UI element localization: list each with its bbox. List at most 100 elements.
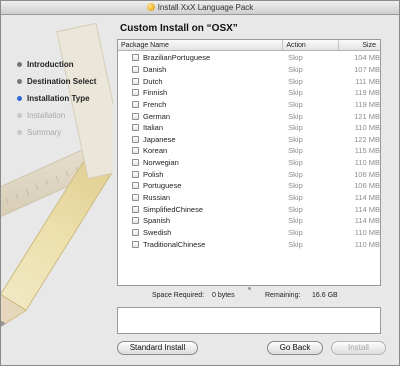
window-title: Install XxX Language Pack <box>157 3 254 12</box>
package-checkbox[interactable] <box>132 194 139 201</box>
table-row[interactable]: TraditionalChinese Skip 110 MB <box>118 238 380 250</box>
package-size: 106 MB <box>354 181 380 191</box>
step-bullet-icon <box>17 79 22 84</box>
column-header-package-name[interactable]: Package Name <box>118 40 284 50</box>
package-checkbox[interactable] <box>132 100 139 108</box>
package-checkbox[interactable] <box>132 65 139 73</box>
package-action: Skip <box>288 64 303 74</box>
package-name: Portuguese <box>143 181 182 191</box>
package-description-box <box>117 307 381 334</box>
package-name: Norwegian <box>143 158 179 168</box>
column-header-size[interactable]: Size <box>339 40 380 50</box>
package-action: Skip <box>288 123 303 133</box>
table-row[interactable]: Spanish Skip 114 MB <box>118 215 380 227</box>
remaining-label: Remaining: <box>265 292 301 299</box>
table-row[interactable]: Portuguese Skip 106 MB <box>118 180 380 192</box>
package-action: Skip <box>288 227 303 237</box>
package-action: Skip <box>288 146 303 156</box>
table-row[interactable]: Finnish Skip 119 MB <box>118 87 380 99</box>
package-name: Italian <box>143 123 164 133</box>
package-size: 119 MB <box>354 88 380 98</box>
step-introduction: Introduction <box>17 56 96 73</box>
package-action: Skip <box>288 239 303 249</box>
package-name: SimplifiedChinese <box>143 204 204 214</box>
column-header-action[interactable]: Action <box>283 40 340 50</box>
table-row[interactable]: SimplifiedChinese Skip 114 MB <box>118 203 380 215</box>
package-table: Package Name Action Size BrazilianPortug… <box>117 39 381 286</box>
package-name: Polish <box>143 169 164 179</box>
package-size: 106 MB <box>354 169 380 179</box>
package-name: German <box>143 111 171 121</box>
step-installation: Installation <box>17 107 96 124</box>
package-action: Skip <box>288 158 303 168</box>
package-size: 114 MB <box>354 193 380 202</box>
package-size: 122 MB <box>354 134 380 144</box>
title-bar[interactable]: Install XxX Language Pack <box>1 1 399 15</box>
package-checkbox[interactable] <box>132 135 139 143</box>
package-action: Skip <box>288 204 303 214</box>
sidebar: Introduction Destination Select Installa… <box>1 16 113 366</box>
package-checkbox[interactable] <box>132 147 139 155</box>
package-size: 110 MB <box>354 239 380 249</box>
install-button[interactable]: Install <box>331 341 386 355</box>
table-row[interactable]: Dutch Skip 111 MB <box>118 75 380 87</box>
table-row[interactable]: French Skip 119 MB <box>118 99 380 111</box>
step-label: Introduction <box>27 60 74 69</box>
step-label: Installation <box>27 111 66 120</box>
table-row[interactable]: BrazilianPortuguese Skip 104 MB <box>118 52 380 64</box>
package-size: 121 MB <box>354 111 380 121</box>
package-action: Skip <box>288 99 303 109</box>
step-bullet-icon <box>17 62 22 67</box>
package-checkbox[interactable] <box>132 170 139 178</box>
package-checkbox[interactable] <box>132 77 139 85</box>
standard-install-button[interactable]: Standard Install <box>117 341 198 355</box>
package-checkbox[interactable] <box>132 182 139 190</box>
package-checkbox[interactable] <box>132 54 139 62</box>
package-name: Danish <box>143 64 167 74</box>
step-label: Installation Type <box>27 94 90 103</box>
table-row[interactable]: Danish Skip 107 MB <box>118 64 380 76</box>
package-checkbox[interactable] <box>132 205 139 213</box>
split-view-handle[interactable] <box>248 287 251 290</box>
package-action: Skip <box>288 134 303 144</box>
package-checkbox[interactable] <box>132 217 139 225</box>
table-row[interactable]: Korean Skip 115 MB <box>118 145 380 157</box>
package-size: 111 MB <box>355 76 380 86</box>
package-name: TraditionalChinese <box>143 239 206 249</box>
package-name: Japanese <box>143 134 176 144</box>
remaining-value: 16.6 GB <box>312 292 338 299</box>
package-checkbox[interactable] <box>132 124 139 132</box>
package-name: Korean <box>143 146 168 156</box>
package-checkbox[interactable] <box>132 112 139 120</box>
package-size: 110 MB <box>354 123 380 133</box>
package-checkbox[interactable] <box>132 240 139 248</box>
package-size: 114 MB <box>354 216 380 226</box>
package-size: 110 MB <box>354 158 380 168</box>
go-back-button[interactable]: Go Back <box>267 341 323 355</box>
package-name: Spanish <box>143 216 171 226</box>
step-summary: Summary <box>17 124 96 141</box>
table-row[interactable]: Japanese Skip 122 MB <box>118 133 380 145</box>
space-required-label: Space Required: <box>152 292 205 299</box>
package-name: Russian <box>143 193 171 202</box>
step-label: Summary <box>27 128 62 137</box>
table-row[interactable]: German Skip 121 MB <box>118 110 380 122</box>
package-size: 104 MB <box>354 53 380 63</box>
table-row[interactable]: Norwegian Skip 110 MB <box>118 157 380 169</box>
table-row[interactable]: Polish Skip 106 MB <box>118 168 380 180</box>
step-installation-type: Installation Type <box>17 90 96 107</box>
table-row[interactable]: Italian Skip 110 MB <box>118 122 380 134</box>
step-bullet-icon <box>17 130 22 135</box>
package-action: Skip <box>288 216 303 226</box>
package-action: Skip <box>288 193 303 202</box>
package-checkbox[interactable] <box>132 159 139 167</box>
package-size: 114 MB <box>354 204 380 214</box>
package-checkbox[interactable] <box>132 89 139 97</box>
step-label: Destination Select <box>27 77 97 86</box>
package-action: Skip <box>288 53 303 63</box>
table-row[interactable]: Swedish Skip 110 MB <box>118 227 380 239</box>
package-checkbox[interactable] <box>132 228 139 236</box>
table-row[interactable]: Russian Skip 114 MB <box>118 192 380 204</box>
package-size: 107 MB <box>354 64 380 74</box>
package-name: Swedish <box>143 227 172 237</box>
